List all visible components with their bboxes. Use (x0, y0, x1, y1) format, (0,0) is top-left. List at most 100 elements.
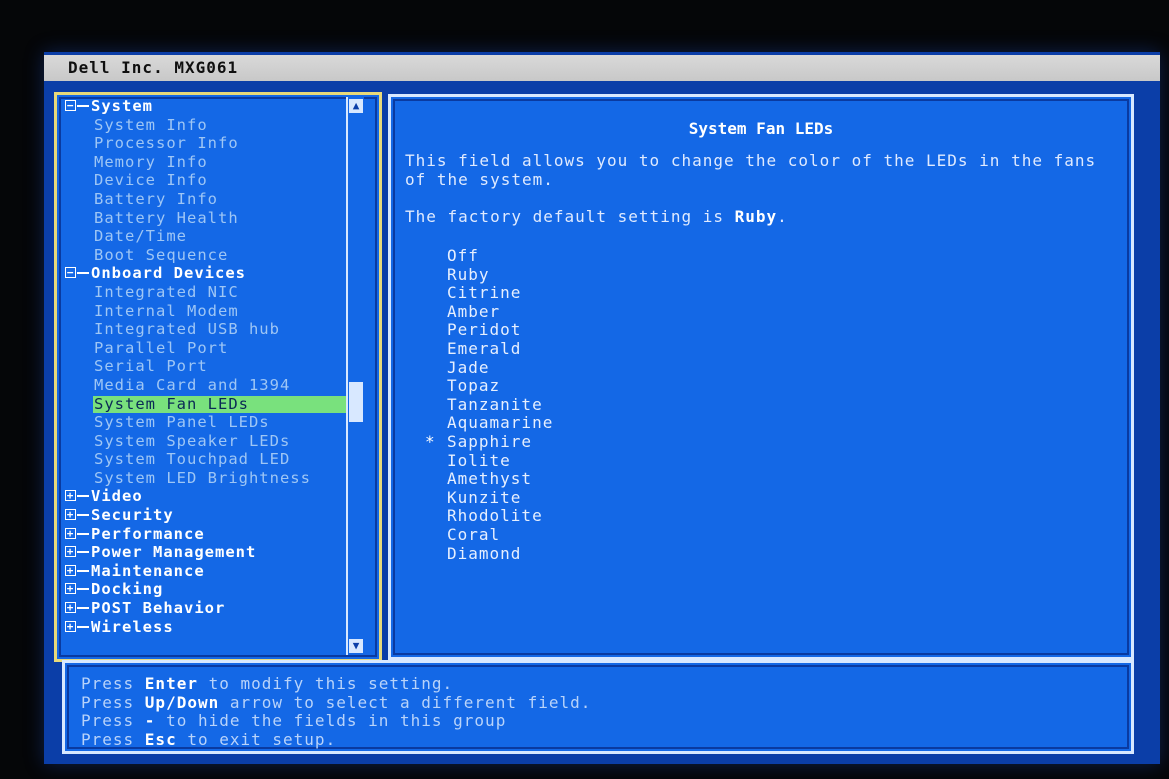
option-label: Iolite (447, 450, 511, 470)
tree-group-label: Video (91, 487, 143, 506)
option-jade[interactable]: Jade (447, 358, 553, 378)
tree-item-system-speaker-leds[interactable]: System Speaker LEDs (63, 432, 343, 451)
tree-item-label: Internal Modem (94, 301, 239, 320)
option-rhodolite[interactable]: Rhodolite (447, 507, 553, 526)
tree-scrollbar[interactable]: ▲ ▼ (346, 97, 364, 655)
tree-group-label: Wireless (91, 617, 174, 636)
tree-group-label: Onboard Devices (91, 264, 246, 283)
tree-item-label: Battery Health (94, 208, 239, 227)
plus-box-icon[interactable]: + (65, 583, 89, 595)
option-label: Citrine (447, 283, 522, 303)
plus-box-icon[interactable]: + (65, 490, 89, 502)
option-topaz[interactable]: Topaz (447, 376, 553, 396)
option-kunzite[interactable]: Kunzite (447, 487, 553, 508)
tree-group-onboard-devices[interactable]: − Onboard Devices (63, 264, 343, 283)
option-citrine[interactable]: Citrine (447, 283, 553, 303)
plus-box-icon[interactable]: + (65, 509, 89, 521)
option-diamond[interactable]: Diamond (447, 544, 553, 564)
tree-group-post-behavior[interactable]: + POST Behavior (63, 599, 343, 618)
key-help-line: Press Up/Down arrow to select a differen… (81, 692, 591, 713)
option-iolite[interactable]: Iolite (447, 450, 553, 471)
tree-group-label: System (91, 97, 153, 115)
tree-item-internal-modem[interactable]: Internal Modem (63, 302, 343, 321)
tree-item-label: Memory Info (94, 152, 208, 171)
option-ruby[interactable]: Ruby (447, 265, 553, 285)
tree-group-security[interactable]: + Security (63, 506, 343, 525)
tree-item-label: Parallel Port (94, 338, 229, 357)
tree-group-label: Performance (91, 524, 205, 543)
tree-group-video[interactable]: + Video (63, 487, 343, 506)
tree-item-battery-info[interactable]: Battery Info (63, 190, 343, 209)
tree-item-integrated-nic[interactable]: Integrated NIC (63, 283, 343, 302)
option-label: Topaz (447, 376, 501, 396)
tree-item-label: Battery Info (94, 189, 218, 208)
option-label: Sapphire (447, 431, 533, 451)
tree-item-device-info[interactable]: Device Info (63, 171, 343, 190)
option-emerald[interactable]: Emerald (447, 339, 553, 359)
option-off[interactable]: Off (447, 246, 553, 266)
tree-group-docking[interactable]: + Docking (63, 580, 343, 599)
tree-item-serial-port[interactable]: Serial Port (63, 357, 343, 376)
tree-item-system-led-brightness[interactable]: System LED Brightness (63, 469, 343, 488)
option-coral[interactable]: Coral (447, 524, 553, 545)
key-help-panel: Press Enter to modify this setting. Press… (62, 660, 1134, 754)
plus-box-icon[interactable]: + (65, 527, 89, 539)
plus-box-icon[interactable]: + (65, 602, 89, 614)
key-help-pre: Press (81, 711, 145, 730)
tree-item-label: Device Info (94, 171, 208, 190)
plus-box-icon[interactable]: + (65, 564, 89, 576)
option-amethyst[interactable]: Amethyst (447, 469, 553, 489)
option-label: Off (447, 246, 479, 265)
scroll-down-icon[interactable]: ▼ (349, 639, 363, 653)
tree-item-label: Media Card and 1394 (94, 375, 291, 394)
key-name: Up/Down (144, 692, 220, 712)
option-label: Amethyst (447, 469, 533, 489)
tree-item-integrated-usb-hub[interactable]: Integrated USB hub (63, 320, 343, 339)
tree-item-processor-info[interactable]: Processor Info (63, 134, 343, 153)
scroll-thumb[interactable] (349, 382, 363, 422)
tree-group-wireless[interactable]: + Wireless (63, 618, 343, 637)
tree-item-system-info[interactable]: System Info (63, 116, 343, 135)
key-name: - (144, 711, 156, 730)
tree-group-performance[interactable]: + Performance (63, 525, 343, 544)
key-help-post: to modify this setting. (197, 674, 454, 693)
tree-group-label: Power Management (91, 543, 257, 562)
option-amber[interactable]: Amber (447, 302, 553, 322)
plus-box-icon[interactable]: + (65, 620, 89, 632)
option-label: Tanzanite (447, 394, 543, 414)
option-label: Kunzite (447, 487, 522, 507)
tree-item-media-card-and-1394[interactable]: Media Card and 1394 (63, 376, 343, 395)
tree-item-label: Integrated NIC (94, 282, 239, 301)
option-aquamarine[interactable]: Aquamarine (447, 414, 553, 433)
default-setting-text: The factory default setting is Ruby. (405, 207, 788, 226)
minus-box-icon[interactable]: − (65, 100, 89, 111)
tree-item-system-touchpad-led[interactable]: System Touchpad LED (63, 450, 343, 469)
tree-item-date-time[interactable]: Date/Time (63, 227, 343, 246)
scroll-up-icon[interactable]: ▲ (349, 99, 363, 113)
tree-item-label: Serial Port (94, 357, 208, 376)
option-label: Coral (447, 524, 501, 544)
tree-group-label: POST Behavior (91, 599, 226, 618)
tree-item-label: Date/Time (94, 227, 187, 246)
tree-item-parallel-port[interactable]: Parallel Port (63, 339, 343, 358)
help-panel: System Fan LEDs This field allows you to… (388, 94, 1134, 660)
tree-item-system-panel-leds[interactable]: System Panel LEDs (63, 413, 343, 432)
tree-item-label: System LED Brightness (94, 468, 311, 487)
tree-item-boot-sequence[interactable]: Boot Sequence (63, 246, 343, 265)
tree-item-system-fan-leds[interactable]: System Fan LEDs (63, 395, 346, 414)
tree-group-power-management[interactable]: + Power Management (63, 543, 343, 562)
key-help-line: Press Esc to exit setup. (81, 730, 591, 750)
tree-group-system[interactable]: − System (63, 97, 343, 116)
minus-box-icon[interactable]: − (65, 267, 89, 279)
key-help-line: Press - to hide the fields in this group (81, 711, 591, 731)
settings-tree-panel: − System System Info Processor Info Memory I… (54, 92, 382, 662)
tree-group-maintenance[interactable]: + Maintenance (63, 562, 343, 581)
option-tanzanite[interactable]: Tanzanite (447, 394, 553, 415)
option-peridot[interactable]: Peridot (447, 321, 553, 340)
tree-item-memory-info[interactable]: Memory Info (63, 153, 343, 172)
option-sapphire[interactable]: * Sapphire (425, 431, 553, 452)
tree-item-label: System Panel LEDs (94, 413, 270, 432)
plus-box-icon[interactable]: + (65, 546, 89, 558)
tree-item-battery-health[interactable]: Battery Health (63, 209, 343, 228)
key-name: Enter (144, 674, 198, 693)
